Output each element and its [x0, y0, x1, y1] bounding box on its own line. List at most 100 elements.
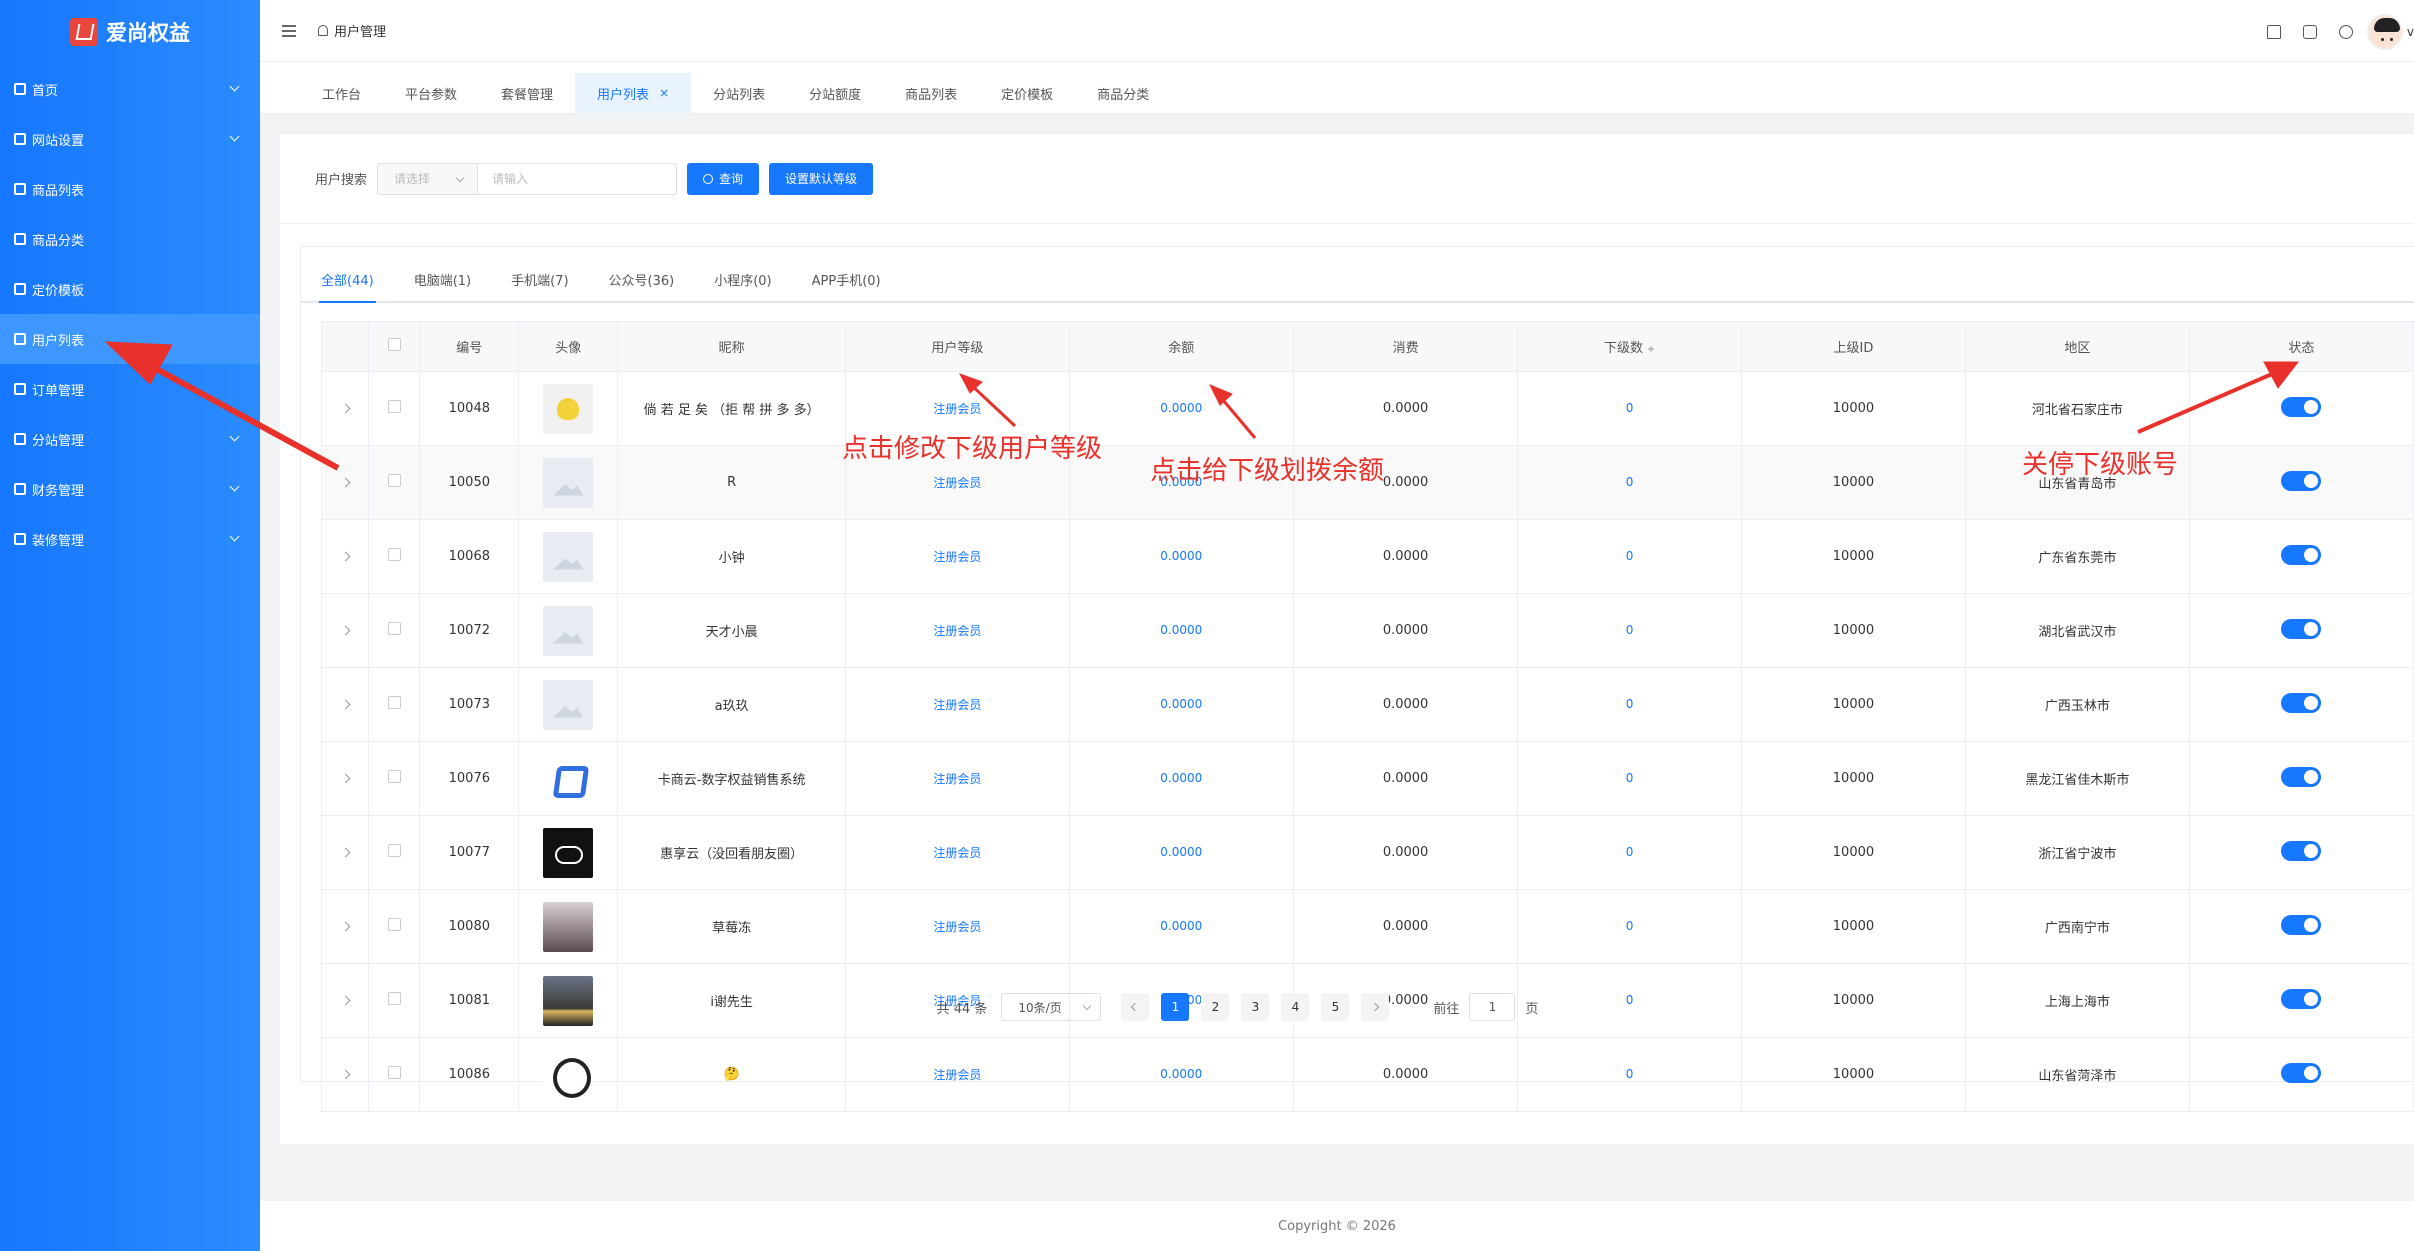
- status-toggle[interactable]: [2281, 1062, 2322, 1083]
- tab-4[interactable]: 分站列表: [691, 73, 787, 113]
- row-checkbox[interactable]: [387, 622, 401, 635]
- brand[interactable]: 爱尚权益: [0, 0, 260, 64]
- prev-page-button[interactable]: [1121, 993, 1150, 1021]
- table-row[interactable]: 10072 天才小晨 注册会员 0.0000 0.0000 0 10000 湖北省武汉市: [320, 593, 2414, 668]
- table-row[interactable]: 10080 草莓冻 注册会员 0.0000 0.0000 0 10000 广西南宁市: [320, 889, 2414, 964]
- table-row[interactable]: 10073 a玖玖 注册会员 0.0000 0.0000 0 10000 广西玉林市: [320, 667, 2414, 742]
- page-button-3[interactable]: 3: [1241, 993, 1270, 1021]
- status-toggle[interactable]: [2281, 766, 2322, 787]
- menu-fold-icon[interactable]: [282, 24, 296, 37]
- user-level-link[interactable]: 注册会员: [933, 772, 981, 786]
- table-row[interactable]: 10048 倘 若 足 矣 （拒 帮 拼 多 多） 注册会员 0.0000 0.0000…: [320, 371, 2414, 446]
- select-all-checkbox[interactable]: [387, 338, 401, 351]
- page-button-1[interactable]: 1: [1161, 993, 1190, 1021]
- tab-1[interactable]: 平台参数: [383, 73, 479, 113]
- table-row[interactable]: 10068 小钟 注册会员 0.0000 0.0000 0 10000 广东省东莞市: [320, 519, 2414, 594]
- row-checkbox[interactable]: [387, 918, 401, 931]
- user-level-link[interactable]: 注册会员: [933, 846, 981, 860]
- user-level-link[interactable]: 注册会员: [933, 402, 981, 416]
- query-button[interactable]: 查询: [687, 162, 760, 195]
- status-toggle[interactable]: [2281, 914, 2322, 935]
- table-row[interactable]: 10076 卡商云-数字权益销售系统 注册会员 0.0000 0.0000 0 10000 黑…: [320, 741, 2414, 816]
- subtab-0[interactable]: 全部(44): [319, 270, 376, 303]
- status-toggle[interactable]: [2281, 692, 2322, 713]
- sub-count-link[interactable]: 0: [1626, 549, 1634, 563]
- sidebar-item-4[interactable]: 定价模板: [0, 264, 260, 314]
- page-button-2[interactable]: 2: [1201, 993, 1230, 1021]
- chevron-right-icon[interactable]: [340, 921, 351, 932]
- sort-icon[interactable]: [1647, 343, 1655, 355]
- sidebar-item-6[interactable]: 订单管理: [0, 364, 260, 414]
- user-level-link[interactable]: 注册会员: [933, 624, 981, 638]
- fullscreen-icon[interactable]: [2302, 25, 2317, 39]
- next-page-button[interactable]: [1361, 993, 1390, 1021]
- sub-count-link[interactable]: 0: [1626, 771, 1634, 785]
- close-icon[interactable]: ×: [659, 86, 669, 100]
- tab-6[interactable]: 商品列表: [883, 73, 979, 113]
- chevron-right-icon[interactable]: [340, 773, 351, 784]
- set-default-level-button[interactable]: 设置默认等级: [769, 162, 874, 195]
- goto-page-input[interactable]: 1: [1469, 993, 1516, 1021]
- avatar[interactable]: [2366, 14, 2403, 50]
- balance-link[interactable]: 0.0000: [1160, 771, 1202, 785]
- status-toggle[interactable]: [2281, 618, 2322, 639]
- row-checkbox[interactable]: [387, 548, 401, 561]
- tab-0[interactable]: 工作台: [300, 73, 383, 113]
- sub-count-link[interactable]: 0: [1626, 697, 1634, 711]
- row-checkbox[interactable]: [387, 400, 401, 413]
- balance-link[interactable]: 0.0000: [1160, 623, 1202, 637]
- chevron-right-icon[interactable]: [340, 551, 351, 562]
- subtab-3[interactable]: 公众号(36): [609, 270, 675, 301]
- tab-7[interactable]: 定价模板: [979, 73, 1075, 113]
- user-level-link[interactable]: 注册会员: [933, 920, 981, 934]
- page-button-5[interactable]: 5: [1321, 993, 1350, 1021]
- chevron-right-icon[interactable]: [340, 699, 351, 710]
- tab-2[interactable]: 套餐管理: [479, 73, 575, 113]
- sidebar-item-8[interactable]: 财务管理: [0, 464, 260, 514]
- sub-count-link[interactable]: 0: [1626, 475, 1634, 489]
- sidebar-item-7[interactable]: 分站管理: [0, 414, 260, 464]
- row-checkbox[interactable]: [387, 1066, 401, 1079]
- balance-link[interactable]: 0.0000: [1160, 1067, 1202, 1081]
- sidebar-item-5[interactable]: 用户列表: [0, 314, 260, 364]
- refresh-icon[interactable]: [2338, 25, 2353, 39]
- home-icon[interactable]: [2266, 25, 2281, 39]
- user-level-link[interactable]: 注册会员: [933, 550, 981, 564]
- tab-5[interactable]: 分站额度: [787, 73, 883, 113]
- page-size-select[interactable]: 10条/页: [1001, 993, 1102, 1021]
- sidebar-item-0[interactable]: 首页: [0, 64, 260, 114]
- user-level-link[interactable]: 注册会员: [933, 476, 981, 490]
- sub-count-link[interactable]: 0: [1626, 623, 1634, 637]
- status-toggle[interactable]: [2281, 470, 2322, 491]
- sidebar-item-9[interactable]: 装修管理: [0, 514, 260, 564]
- subtab-4[interactable]: 小程序(0): [714, 270, 771, 301]
- balance-link[interactable]: 0.0000: [1160, 919, 1202, 933]
- chevron-right-icon[interactable]: [340, 477, 351, 488]
- status-toggle[interactable]: [2281, 396, 2322, 417]
- table-row[interactable]: 10086 🤔 注册会员 0.0000 0.0000 0 10000 山东省菏泽市: [320, 1037, 2414, 1112]
- search-input[interactable]: 请输入: [477, 162, 678, 195]
- tab-8[interactable]: 商品分类: [1075, 73, 1171, 113]
- sub-count-link[interactable]: 0: [1626, 919, 1634, 933]
- sub-count-link[interactable]: 0: [1626, 1067, 1634, 1081]
- chevron-right-icon[interactable]: [340, 625, 351, 636]
- sidebar-item-3[interactable]: 商品分类: [0, 214, 260, 264]
- sub-count-link[interactable]: 0: [1626, 401, 1634, 415]
- sidebar-item-1[interactable]: 网站设置: [0, 114, 260, 164]
- balance-link[interactable]: 0.0000: [1160, 401, 1202, 415]
- chevron-right-icon[interactable]: [340, 1069, 351, 1080]
- balance-link[interactable]: 0.0000: [1160, 697, 1202, 711]
- balance-link[interactable]: 0.0000: [1160, 845, 1202, 859]
- sidebar-item-2[interactable]: 商品列表: [0, 164, 260, 214]
- tab-3[interactable]: 用户列表 ×: [575, 73, 692, 113]
- status-toggle[interactable]: [2281, 544, 2322, 565]
- row-checkbox[interactable]: [387, 474, 401, 487]
- subtab-1[interactable]: 电脑端(1): [414, 270, 471, 301]
- table-row[interactable]: 10077 惠享云（没回看朋友圈） 注册会员 0.0000 0.0000 0 10000 浙江…: [320, 815, 2414, 890]
- user-level-link[interactable]: 注册会员: [933, 1068, 981, 1082]
- page-button-4[interactable]: 4: [1281, 993, 1310, 1021]
- chevron-right-icon[interactable]: [340, 847, 351, 858]
- row-checkbox[interactable]: [387, 696, 401, 709]
- search-field-select[interactable]: 请选择: [377, 162, 478, 195]
- chevron-right-icon[interactable]: [340, 403, 351, 414]
